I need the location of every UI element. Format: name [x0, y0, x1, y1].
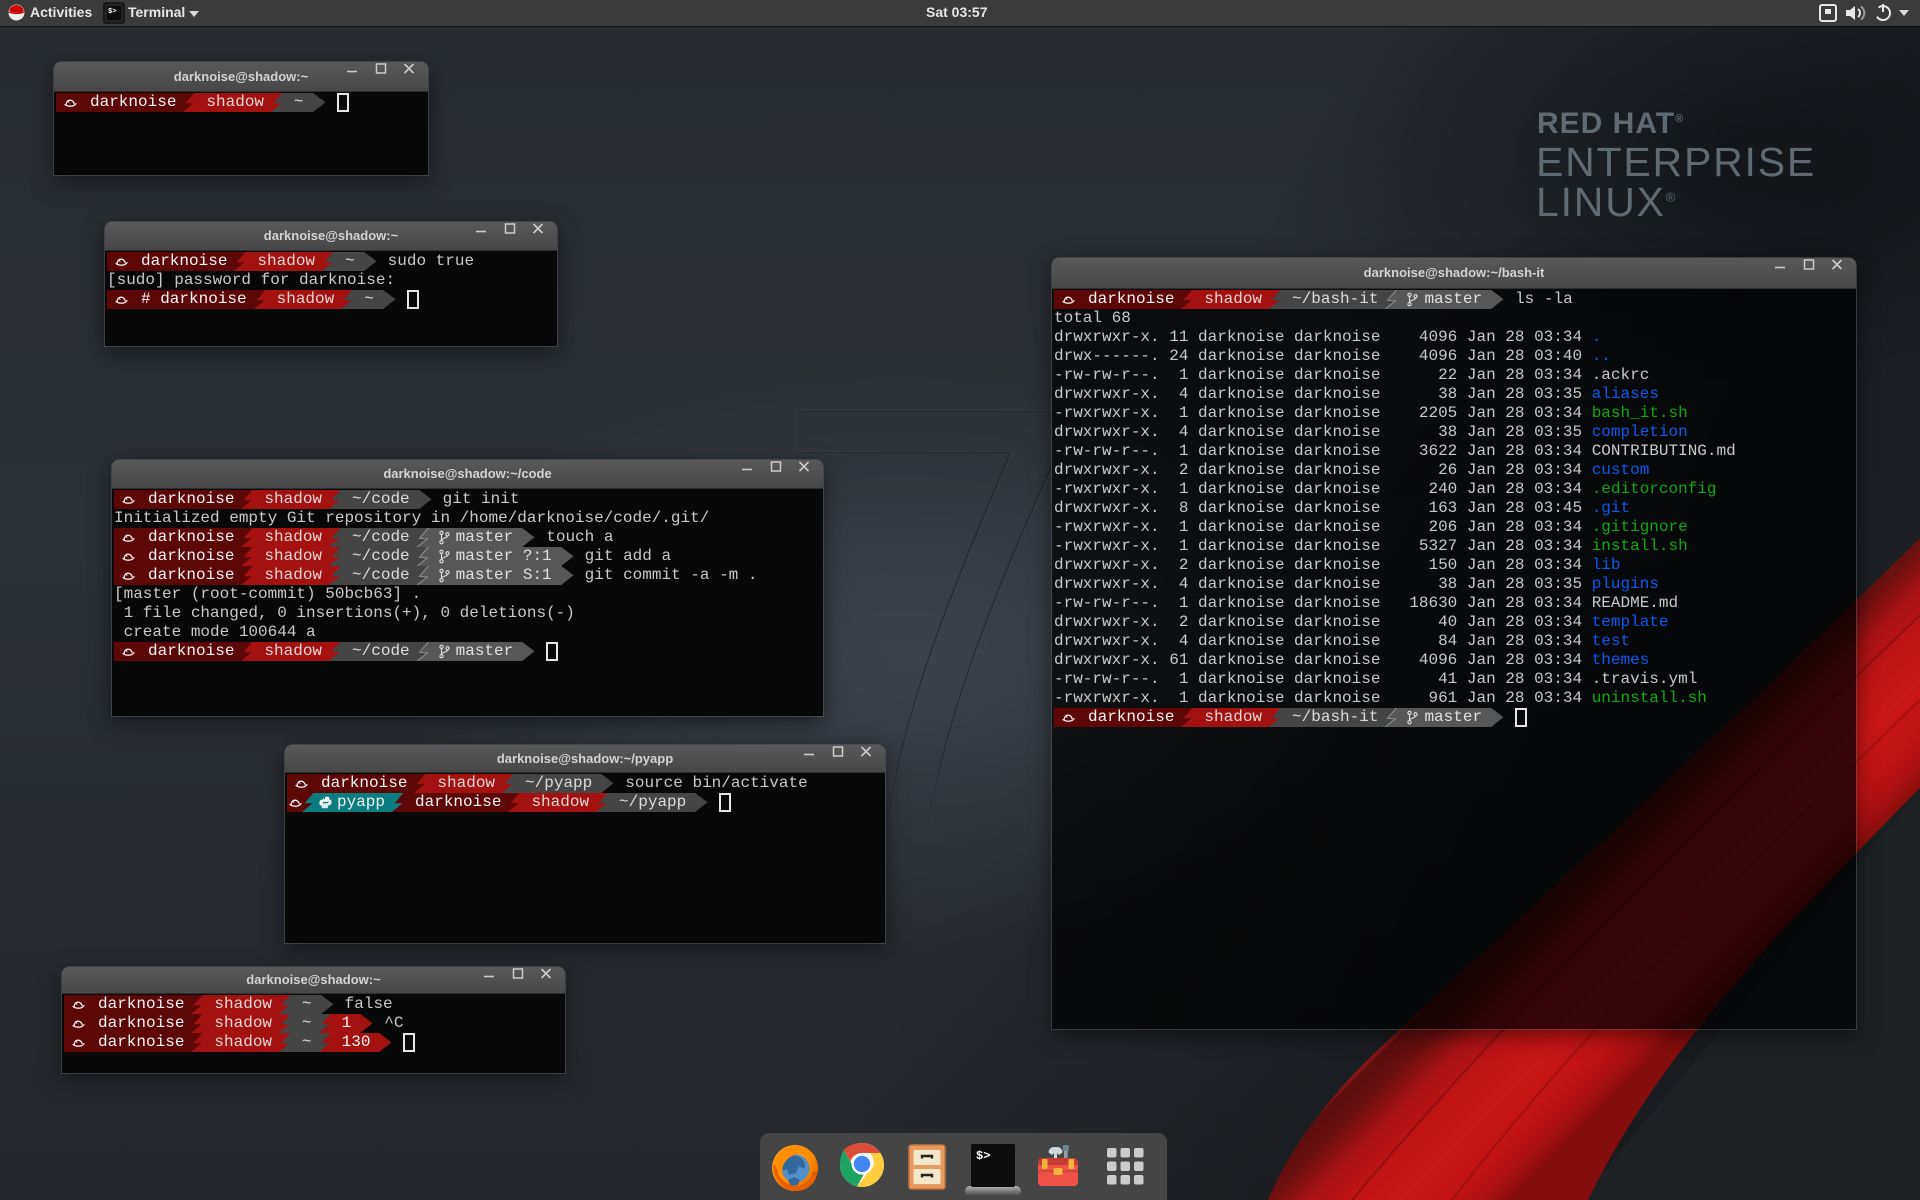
svg-text:$>: $>: [976, 1149, 990, 1163]
svg-text:$>: $>: [108, 8, 116, 16]
